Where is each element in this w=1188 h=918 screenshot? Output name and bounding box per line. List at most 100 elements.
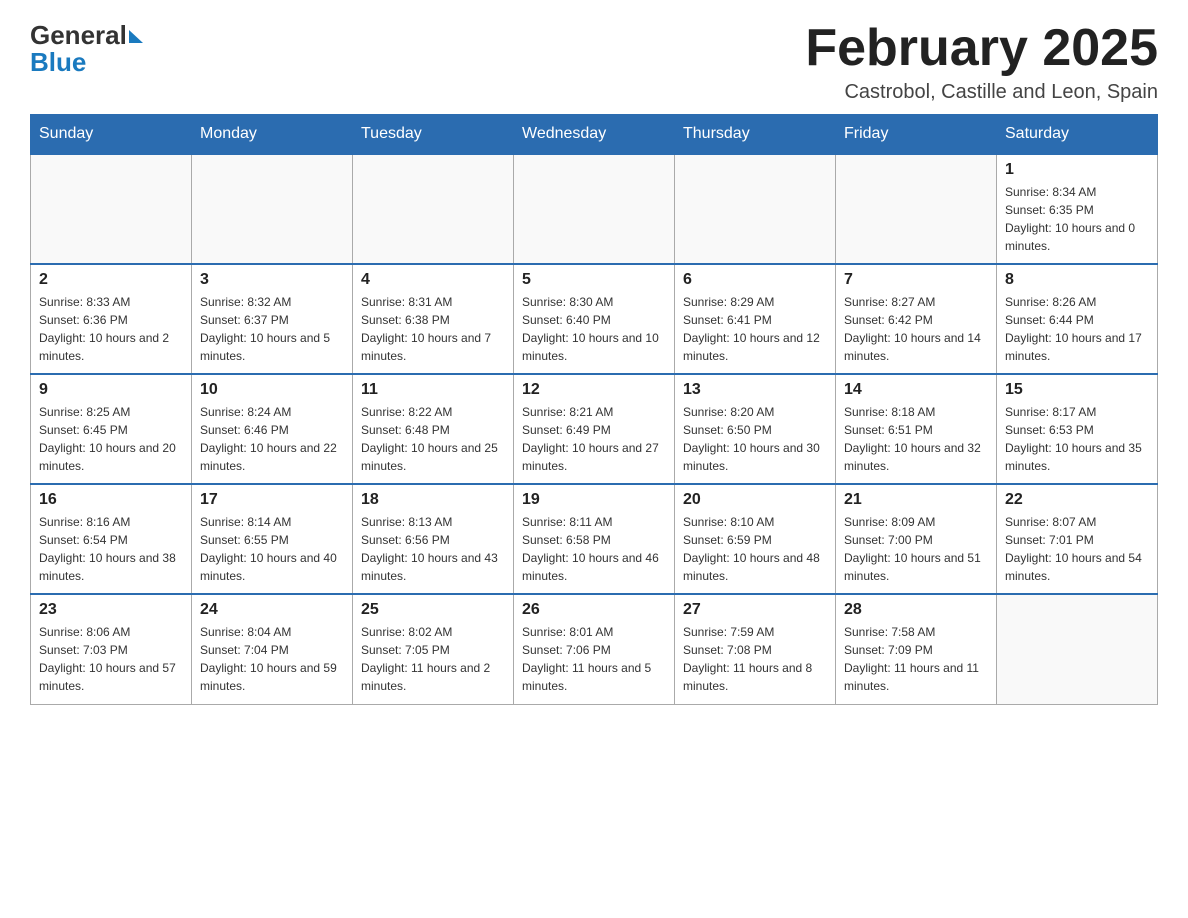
calendar-day-cell: 17Sunrise: 8:14 AMSunset: 6:55 PMDayligh… — [192, 484, 353, 594]
calendar-day-cell: 13 Sunrise: 8:20 AMSunset: 6:50 PMDayligh… — [675, 374, 836, 484]
calendar-day-cell — [31, 154, 192, 264]
day-info: Sunrise: 8:02 AMSunset: 7:05 PMDaylight:… — [361, 623, 505, 695]
calendar-day-cell: 18 Sunrise: 8:13 AMSunset: 6:56 PMDayligh… — [353, 484, 514, 594]
calendar-week-row: 16 Sunrise: 8:16 AMSunset: 6:54 PMDayligh… — [31, 484, 1158, 594]
logo-blue-text: Blue — [30, 47, 86, 78]
calendar-day-cell: 3 Sunrise: 8:32 AMSunset: 6:37 PMDaylight… — [192, 264, 353, 374]
day-number: 24 — [200, 601, 344, 619]
day-info: Sunrise: 7:59 AMSunset: 7:08 PMDaylight:… — [683, 623, 827, 695]
day-info: Sunrise: 8:34 AMSunset: 6:35 PMDaylight:… — [1005, 183, 1149, 255]
calendar-day-cell: 4 Sunrise: 8:31 AMSunset: 6:38 PMDaylight… — [353, 264, 514, 374]
header-wednesday: Wednesday — [514, 115, 675, 155]
calendar-day-cell: 26 Sunrise: 8:01 AMSunset: 7:06 PMDayligh… — [514, 594, 675, 704]
calendar-day-cell: 2 Sunrise: 8:33 AMSunset: 6:36 PMDaylight… — [31, 264, 192, 374]
calendar-day-cell: 1 Sunrise: 8:34 AMSunset: 6:35 PMDaylight… — [997, 154, 1158, 264]
day-info: Sunrise: 8:31 AMSunset: 6:38 PMDaylight:… — [361, 293, 505, 365]
day-info: Sunrise: 8:30 AMSunset: 6:40 PMDaylight:… — [522, 293, 666, 365]
day-info: Sunrise: 8:27 AMSunset: 6:42 PMDaylight:… — [844, 293, 988, 365]
day-info: Sunrise: 8:18 AMSunset: 6:51 PMDaylight:… — [844, 403, 988, 475]
calendar-day-cell: 25 Sunrise: 8:02 AMSunset: 7:05 PMDayligh… — [353, 594, 514, 704]
day-info: Sunrise: 8:22 AMSunset: 6:48 PMDaylight:… — [361, 403, 505, 475]
day-number: 25 — [361, 601, 505, 619]
calendar-day-cell: 5 Sunrise: 8:30 AMSunset: 6:40 PMDaylight… — [514, 264, 675, 374]
day-info: Sunrise: 8:32 AMSunset: 6:37 PMDaylight:… — [200, 293, 344, 365]
day-info: Sunrise: 8:01 AMSunset: 7:06 PMDaylight:… — [522, 623, 666, 695]
day-info: Sunrise: 8:09 AMSunset: 7:00 PMDaylight:… — [844, 513, 988, 585]
day-number: 28 — [844, 601, 988, 619]
calendar-day-cell: 24Sunrise: 8:04 AMSunset: 7:04 PMDayligh… — [192, 594, 353, 704]
calendar-day-cell: 20 Sunrise: 8:10 AMSunset: 6:59 PMDayligh… — [675, 484, 836, 594]
header-friday: Friday — [836, 115, 997, 155]
calendar-day-cell: 14 Sunrise: 8:18 AMSunset: 6:51 PMDayligh… — [836, 374, 997, 484]
day-number: 5 — [522, 271, 666, 289]
calendar-table: Sunday Monday Tuesday Wednesday Thursday… — [30, 114, 1158, 705]
calendar-day-cell: 9Sunrise: 8:25 AMSunset: 6:45 PMDaylight… — [31, 374, 192, 484]
day-number: 13 — [683, 381, 827, 399]
day-number: 2 — [39, 271, 183, 289]
day-number: 3 — [200, 271, 344, 289]
calendar-day-cell: 19 Sunrise: 8:11 AMSunset: 6:58 PMDayligh… — [514, 484, 675, 594]
day-info: Sunrise: 8:07 AMSunset: 7:01 PMDaylight:… — [1005, 513, 1149, 585]
day-number: 20 — [683, 491, 827, 509]
header-monday: Monday — [192, 115, 353, 155]
calendar-day-cell — [836, 154, 997, 264]
title-block: February 2025 Castrobol, Castille and Le… — [805, 20, 1158, 104]
day-number: 1 — [1005, 161, 1149, 179]
calendar-day-cell — [192, 154, 353, 264]
day-number: 27 — [683, 601, 827, 619]
day-number: 22 — [1005, 491, 1149, 509]
day-info: Sunrise: 8:24 AMSunset: 6:46 PMDaylight:… — [200, 403, 344, 475]
calendar-day-cell: 15 Sunrise: 8:17 AMSunset: 6:53 PMDayligh… — [997, 374, 1158, 484]
day-info: Sunrise: 8:20 AMSunset: 6:50 PMDaylight:… — [683, 403, 827, 475]
logo-arrow-icon — [129, 30, 143, 43]
header-sunday: Sunday — [31, 115, 192, 155]
day-info: Sunrise: 8:17 AMSunset: 6:53 PMDaylight:… — [1005, 403, 1149, 475]
day-info: Sunrise: 8:10 AMSunset: 6:59 PMDaylight:… — [683, 513, 827, 585]
calendar-week-row: 2 Sunrise: 8:33 AMSunset: 6:36 PMDaylight… — [31, 264, 1158, 374]
header-saturday: Saturday — [997, 115, 1158, 155]
calendar-day-cell: 11 Sunrise: 8:22 AMSunset: 6:48 PMDayligh… — [353, 374, 514, 484]
month-title: February 2025 — [805, 20, 1158, 77]
calendar-day-cell: 7 Sunrise: 8:27 AMSunset: 6:42 PMDaylight… — [836, 264, 997, 374]
day-number: 21 — [844, 491, 988, 509]
calendar-day-cell: 10 Sunrise: 8:24 AMSunset: 6:46 PMDayligh… — [192, 374, 353, 484]
calendar-day-cell: 6Sunrise: 8:29 AMSunset: 6:41 PMDaylight… — [675, 264, 836, 374]
day-number: 14 — [844, 381, 988, 399]
day-info: Sunrise: 8:25 AMSunset: 6:45 PMDaylight:… — [39, 403, 183, 475]
calendar-day-cell: 23 Sunrise: 8:06 AMSunset: 7:03 PMDayligh… — [31, 594, 192, 704]
calendar-day-cell: 8 Sunrise: 8:26 AMSunset: 6:44 PMDaylight… — [997, 264, 1158, 374]
calendar-day-cell: 22 Sunrise: 8:07 AMSunset: 7:01 PMDayligh… — [997, 484, 1158, 594]
calendar-day-cell — [675, 154, 836, 264]
day-number: 18 — [361, 491, 505, 509]
day-number: 15 — [1005, 381, 1149, 399]
day-number: 8 — [1005, 271, 1149, 289]
day-info: Sunrise: 8:06 AMSunset: 7:03 PMDaylight:… — [39, 623, 183, 695]
location-title: Castrobol, Castille and Leon, Spain — [805, 81, 1158, 104]
calendar-day-cell — [514, 154, 675, 264]
day-number: 7 — [844, 271, 988, 289]
day-info: Sunrise: 8:21 AMSunset: 6:49 PMDaylight:… — [522, 403, 666, 475]
day-info: Sunrise: 8:26 AMSunset: 6:44 PMDaylight:… — [1005, 293, 1149, 365]
logo: General Blue — [30, 20, 143, 78]
day-info: Sunrise: 8:16 AMSunset: 6:54 PMDaylight:… — [39, 513, 183, 585]
day-info: Sunrise: 8:29 AMSunset: 6:41 PMDaylight:… — [683, 293, 827, 365]
day-number: 4 — [361, 271, 505, 289]
calendar-day-cell: 28 Sunrise: 7:58 AMSunset: 7:09 PMDayligh… — [836, 594, 997, 704]
day-number: 11 — [361, 381, 505, 399]
calendar-day-cell: 27 Sunrise: 7:59 AMSunset: 7:08 PMDayligh… — [675, 594, 836, 704]
header-thursday: Thursday — [675, 115, 836, 155]
day-info: Sunrise: 8:33 AMSunset: 6:36 PMDaylight:… — [39, 293, 183, 365]
day-number: 10 — [200, 381, 344, 399]
day-number: 26 — [522, 601, 666, 619]
calendar-week-row: 9Sunrise: 8:25 AMSunset: 6:45 PMDaylight… — [31, 374, 1158, 484]
day-info: Sunrise: 7:58 AMSunset: 7:09 PMDaylight:… — [844, 623, 988, 695]
day-info: Sunrise: 8:11 AMSunset: 6:58 PMDaylight:… — [522, 513, 666, 585]
calendar-week-row: 23 Sunrise: 8:06 AMSunset: 7:03 PMDayligh… — [31, 594, 1158, 704]
day-number: 16 — [39, 491, 183, 509]
day-number: 23 — [39, 601, 183, 619]
day-number: 19 — [522, 491, 666, 509]
day-number: 12 — [522, 381, 666, 399]
calendar-day-cell — [997, 594, 1158, 704]
weekday-header-row: Sunday Monday Tuesday Wednesday Thursday… — [31, 115, 1158, 155]
day-info: Sunrise: 8:13 AMSunset: 6:56 PMDaylight:… — [361, 513, 505, 585]
